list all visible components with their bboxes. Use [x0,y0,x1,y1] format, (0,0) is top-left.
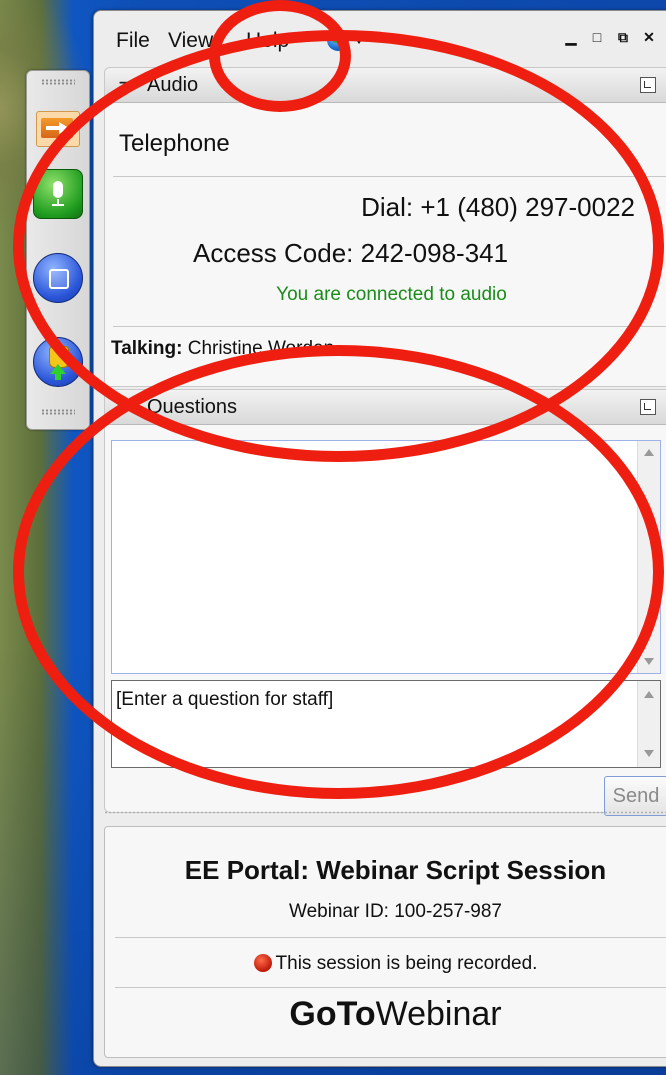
question-input-scrollbar[interactable] [637,681,660,767]
annotation-ellipse-questions [13,345,664,799]
gotowebinar-logo: GoToWebinar [105,995,666,1034]
scroll-down-arrow-icon[interactable] [644,658,654,665]
session-info-panel: EE Portal: Webinar Script Session Webina… [104,826,666,1058]
annotation-ellipse-help [209,0,351,112]
divider [115,937,666,938]
recording-dot-icon [253,954,272,972]
send-button[interactable]: Send [604,776,666,816]
scroll-up-arrow-icon[interactable] [644,691,654,698]
scroll-up-arrow-icon[interactable] [644,449,654,456]
restore-button[interactable]: ⧉ [615,29,631,45]
minimize-button[interactable]: ▁ [563,29,579,45]
logo-thin-text: Webinar [375,995,502,1033]
webinar-id: Webinar ID: 100-257-987 [289,901,502,922]
logo-bold-text: GoTo [289,995,376,1033]
scroll-down-arrow-icon[interactable] [644,750,654,757]
divider [115,987,666,988]
recording-notice: This session is being recorded. [105,953,666,975]
raise-arrow-icon-stem [55,373,61,380]
panel-separator [104,811,666,814]
toolbar-grip-top[interactable] [41,79,75,85]
popout-icon[interactable] [640,399,656,415]
close-button[interactable]: ✕ [641,29,657,45]
popout-icon[interactable] [640,77,656,93]
recording-text: This session is being recorded. [275,953,538,974]
menu-file[interactable]: File [116,29,150,53]
toolbar-grip-bottom[interactable] [41,409,75,415]
maximize-button[interactable]: □ [589,29,605,45]
session-title: EE Portal: Webinar Script Session [184,855,607,885]
